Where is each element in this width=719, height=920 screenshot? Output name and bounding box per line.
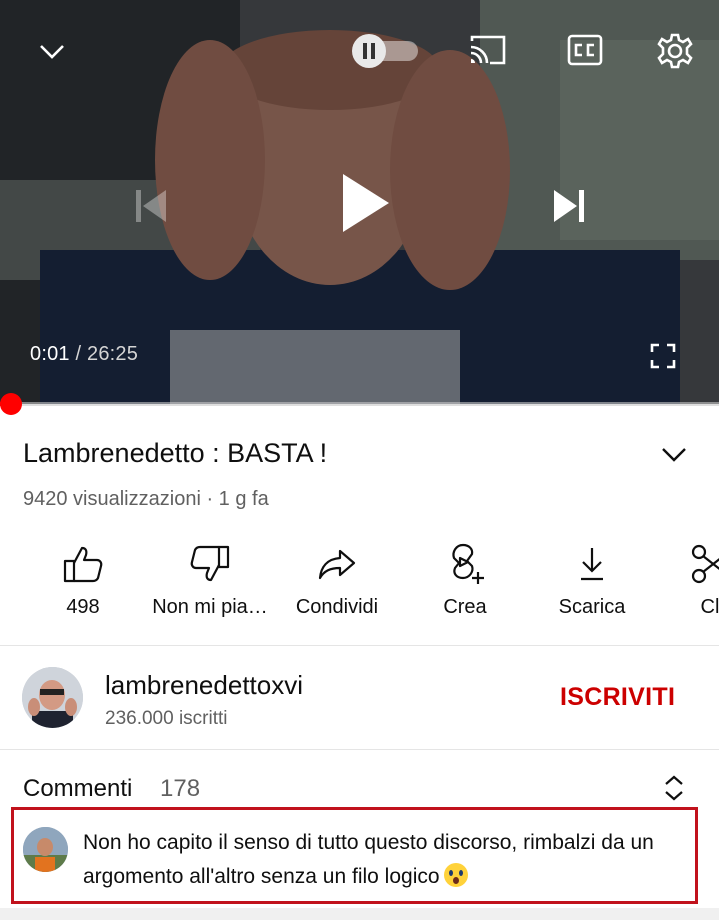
pause-icon bbox=[352, 34, 386, 68]
action-bar: 498 Non mi pia… Condividi Crea Scarica C… bbox=[0, 540, 719, 630]
current-time: 0:01 bbox=[30, 343, 70, 365]
like-button[interactable]: 498 bbox=[18, 540, 148, 630]
settings-icon[interactable] bbox=[655, 31, 695, 71]
clip-label: Cl bbox=[700, 596, 719, 618]
download-label: Scarica bbox=[558, 596, 626, 618]
previous-icon[interactable] bbox=[128, 184, 172, 228]
cast-icon[interactable] bbox=[467, 32, 509, 68]
video-meta: 9420 visualizzazioni · 1 g fa bbox=[23, 488, 269, 510]
subscribe-button[interactable]: ISCRIVITI bbox=[560, 683, 675, 712]
share-icon bbox=[316, 540, 358, 588]
dislike-label: Non mi pia… bbox=[152, 596, 268, 618]
thumbs-down-icon bbox=[189, 540, 231, 588]
clip-icon bbox=[688, 540, 719, 588]
channel-avatar[interactable] bbox=[22, 667, 83, 728]
time-separator: / bbox=[69, 343, 88, 365]
video-player[interactable]: 0:01 / 26:25 bbox=[0, 0, 719, 404]
autoplay-toggle[interactable] bbox=[352, 34, 420, 68]
captions-icon[interactable] bbox=[566, 33, 604, 67]
comment-body: Non ho capito il senso di tutto questo d… bbox=[83, 831, 654, 888]
video-title[interactable]: Lambrenedetto : BASTA ! bbox=[23, 438, 327, 469]
chevron-down-icon[interactable] bbox=[34, 34, 70, 70]
commenter-avatar[interactable] bbox=[23, 827, 68, 872]
create-button[interactable]: Crea bbox=[400, 540, 530, 630]
share-button[interactable]: Condividi bbox=[272, 540, 402, 630]
comment-text[interactable]: Non ho capito il senso di tutto questo d… bbox=[83, 826, 683, 894]
play-icon[interactable] bbox=[332, 170, 398, 236]
scrubber-handle[interactable] bbox=[0, 393, 22, 415]
fullscreen-icon[interactable] bbox=[648, 342, 678, 370]
clip-button[interactable]: Cl bbox=[645, 540, 719, 630]
subscriber-count: 236.000 iscritti bbox=[105, 708, 228, 729]
thumbs-up-icon bbox=[62, 540, 104, 588]
divider bbox=[0, 749, 719, 750]
share-label: Condividi bbox=[295, 596, 379, 618]
time-display: 0:01 / 26:25 bbox=[30, 343, 138, 366]
duration: 26:25 bbox=[87, 343, 139, 365]
download-icon bbox=[572, 540, 612, 588]
progress-bar[interactable] bbox=[0, 402, 719, 406]
like-count: 498 bbox=[66, 596, 100, 618]
dislike-button[interactable]: Non mi pia… bbox=[145, 540, 275, 630]
bottom-edge bbox=[0, 908, 719, 920]
expand-collapse-icon[interactable] bbox=[663, 774, 685, 807]
screaming-face-emoji-icon bbox=[443, 863, 468, 887]
comments-header[interactable]: Commenti bbox=[23, 775, 132, 803]
download-button[interactable]: Scarica bbox=[527, 540, 657, 630]
next-icon[interactable] bbox=[548, 184, 592, 228]
create-icon bbox=[443, 540, 487, 588]
comments-count: 178 bbox=[160, 775, 201, 802]
channel-name[interactable]: lambrenedettoxvi bbox=[105, 670, 303, 701]
chevron-down-icon[interactable] bbox=[660, 446, 688, 469]
divider bbox=[0, 645, 719, 646]
create-label: Crea bbox=[443, 596, 487, 618]
